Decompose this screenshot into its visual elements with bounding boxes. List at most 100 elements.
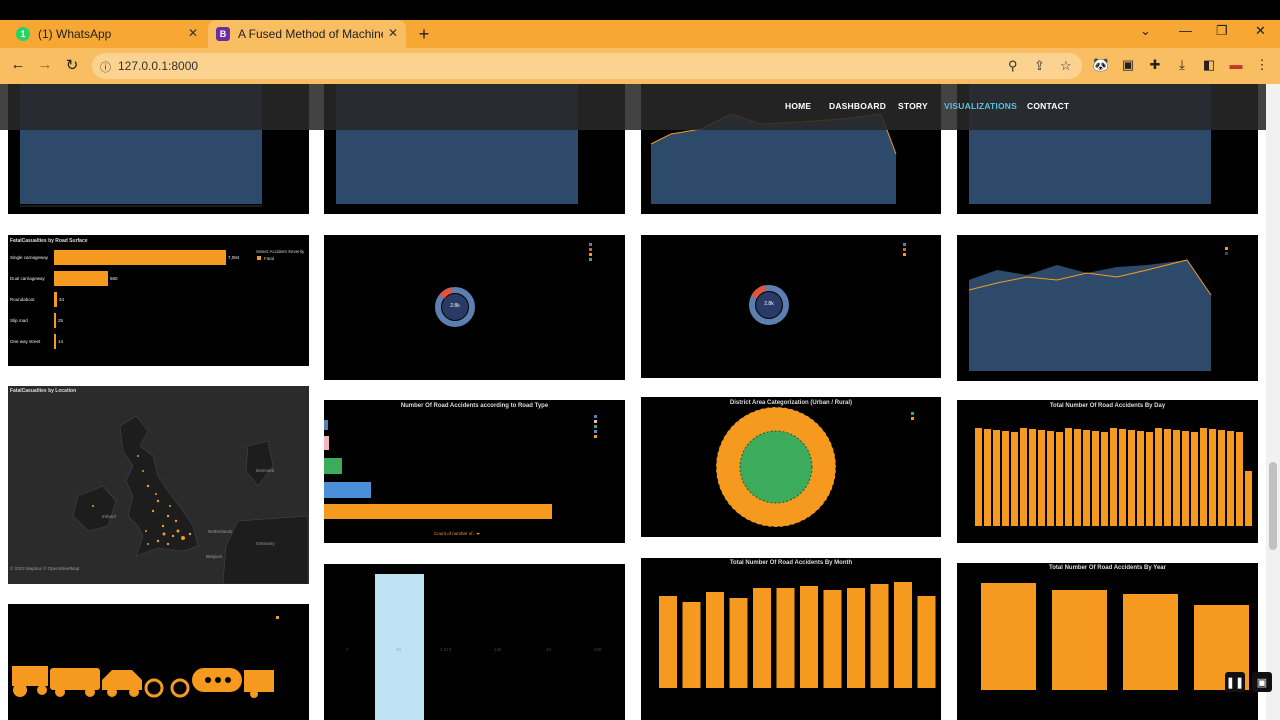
whatsapp-icon: 1: [16, 27, 30, 41]
close-window-icon[interactable]: ✕: [1255, 23, 1266, 39]
extensions-puzzle-icon[interactable]: ✚: [1146, 57, 1164, 73]
bar: [981, 583, 1036, 690]
nav-visualizations[interactable]: VISUALIZATIONS: [944, 101, 1017, 111]
bar: [984, 429, 991, 526]
restore-icon[interactable]: ❐: [1216, 23, 1228, 39]
nav-story[interactable]: STORY: [898, 101, 928, 111]
close-tab-icon[interactable]: ✕: [388, 26, 398, 40]
bar: [1047, 431, 1054, 526]
bar: [1123, 594, 1178, 690]
viz-by-day[interactable]: Total Number Of Road Accidents By Day: [957, 400, 1258, 543]
minimize-icon[interactable]: —: [1179, 23, 1192, 38]
viz-by-year[interactable]: Total Number Of Road Accidents By Year: [957, 563, 1258, 720]
tab-strip: 1 (1) WhatsApp ✕ B A Fused Method of Mac…: [0, 20, 1280, 48]
bar: [54, 271, 108, 286]
viz-vehicle-type[interactable]: [8, 604, 309, 720]
bar: [54, 334, 56, 349]
share-icon[interactable]: ⇪: [1034, 58, 1045, 74]
value-label: 14: [58, 339, 64, 344]
picture-in-picture-icon[interactable]: ▣: [1252, 672, 1272, 692]
bar: [1074, 429, 1081, 526]
viz-road-type[interactable]: Number Of Road Accidents according to Ro…: [324, 400, 625, 543]
pause-icon[interactable]: ❚❚: [1225, 672, 1245, 692]
map-label: Denmark: [256, 468, 275, 473]
bar-value: 135: [494, 647, 502, 652]
zoom-icon[interactable]: ⚲: [1008, 58, 1018, 74]
menu-icon[interactable]: ⋮: [1253, 57, 1271, 73]
page-viewport: FatalCasualties by Road Surface Select A…: [0, 84, 1280, 720]
nav-dashboard[interactable]: DASHBOARD: [829, 101, 886, 111]
viz-district[interactable]: District Area Categorization (Urban / Ru…: [641, 397, 941, 537]
value-label: 25: [58, 318, 64, 323]
panda-extension-icon[interactable]: 🐼: [1092, 57, 1110, 73]
bar: [682, 602, 701, 688]
map-label: Ireland: [102, 514, 116, 519]
extension-icon[interactable]: ▣: [1119, 57, 1137, 73]
bar: [1119, 429, 1126, 526]
bar: [1245, 471, 1252, 526]
viz-map[interactable]: FatalCasualties by Location Denmark Irel…: [8, 386, 309, 584]
bar: [993, 430, 1000, 526]
close-tab-icon[interactable]: ✕: [188, 26, 198, 40]
tab-visualizations[interactable]: B A Fused Method of Machine Lear ✕: [208, 20, 406, 48]
viz-area-chart-5[interactable]: [957, 235, 1258, 381]
nav-contact[interactable]: CONTACT: [1027, 101, 1069, 111]
viz-by-month[interactable]: Total Number Of Road Accidents By Month: [641, 558, 941, 720]
bar: [1052, 590, 1107, 690]
address-bar[interactable]: ⓘ 127.0.0.1:8000 ⚲ ⇪ ☆: [92, 53, 1082, 79]
value-label: 560: [110, 276, 118, 281]
bar: [1146, 432, 1153, 526]
bar: [847, 588, 865, 688]
bar: [659, 596, 677, 688]
bar-value: 49: [396, 647, 402, 652]
page-scrollbar[interactable]: [1266, 84, 1280, 720]
category-label: Roundabout: [10, 297, 35, 302]
bar: [1011, 432, 1018, 526]
bar: [776, 588, 795, 688]
tab-whatsapp[interactable]: 1 (1) WhatsApp ✕: [8, 20, 206, 48]
bar: [706, 592, 724, 688]
tab-title: A Fused Method of Machine Lear: [238, 27, 383, 41]
site-info-icon[interactable]: ⓘ: [100, 59, 111, 75]
bar: [54, 313, 56, 328]
bar: [753, 588, 771, 688]
bar: [1191, 432, 1198, 526]
new-tab-icon[interactable]: +: [416, 24, 432, 45]
bar: [54, 250, 226, 265]
viz-donut-2[interactable]: 2.8k: [641, 235, 941, 378]
bar: [54, 292, 57, 307]
legend-title: Select Accident Severity: [256, 249, 305, 254]
bookmark-star-icon[interactable]: ☆: [1060, 58, 1072, 74]
viz-donut-1[interactable]: 2.8k: [324, 235, 625, 380]
legend-item: Fatal: [264, 256, 275, 261]
bar: [975, 428, 982, 526]
back-icon[interactable]: ←: [8, 56, 28, 73]
bar: [1218, 430, 1225, 526]
bar: [1137, 431, 1144, 526]
tab-title: (1) WhatsApp: [38, 27, 112, 41]
viz-casualty-bars[interactable]: 7 49 2,013 135 10 229: [324, 564, 625, 720]
forward-icon[interactable]: →: [35, 56, 55, 73]
legend-swatch: [257, 256, 261, 260]
bar: [800, 586, 818, 688]
site-navbar: HOME DASHBOARD STORY VISUALIZATIONS CONT…: [0, 84, 1266, 130]
scrollbar-thumb[interactable]: [1269, 462, 1277, 550]
bar-value: 10: [546, 647, 552, 652]
download-icon[interactable]: ⤓: [1173, 57, 1191, 73]
bar: [1155, 428, 1162, 526]
value-label: 7,084: [228, 255, 240, 260]
bar: [870, 584, 889, 688]
bar: [1065, 428, 1072, 526]
url-text: 127.0.0.1:8000: [118, 59, 199, 73]
bar-value: 7: [346, 647, 349, 652]
profile-icon[interactable]: ▬: [1227, 57, 1245, 72]
nav-home[interactable]: HOME: [785, 101, 811, 111]
bar: [1110, 428, 1117, 526]
bar: [1173, 430, 1180, 526]
bar: [1029, 429, 1036, 526]
donut-center-value: 2.8k: [764, 301, 774, 307]
tab-search-icon[interactable]: ⌄: [1140, 23, 1151, 39]
reload-icon[interactable]: ↻: [62, 56, 82, 74]
viz-road-surface[interactable]: FatalCasualties by Road Surface Select A…: [8, 235, 309, 366]
side-panel-icon[interactable]: ◧: [1200, 57, 1218, 73]
